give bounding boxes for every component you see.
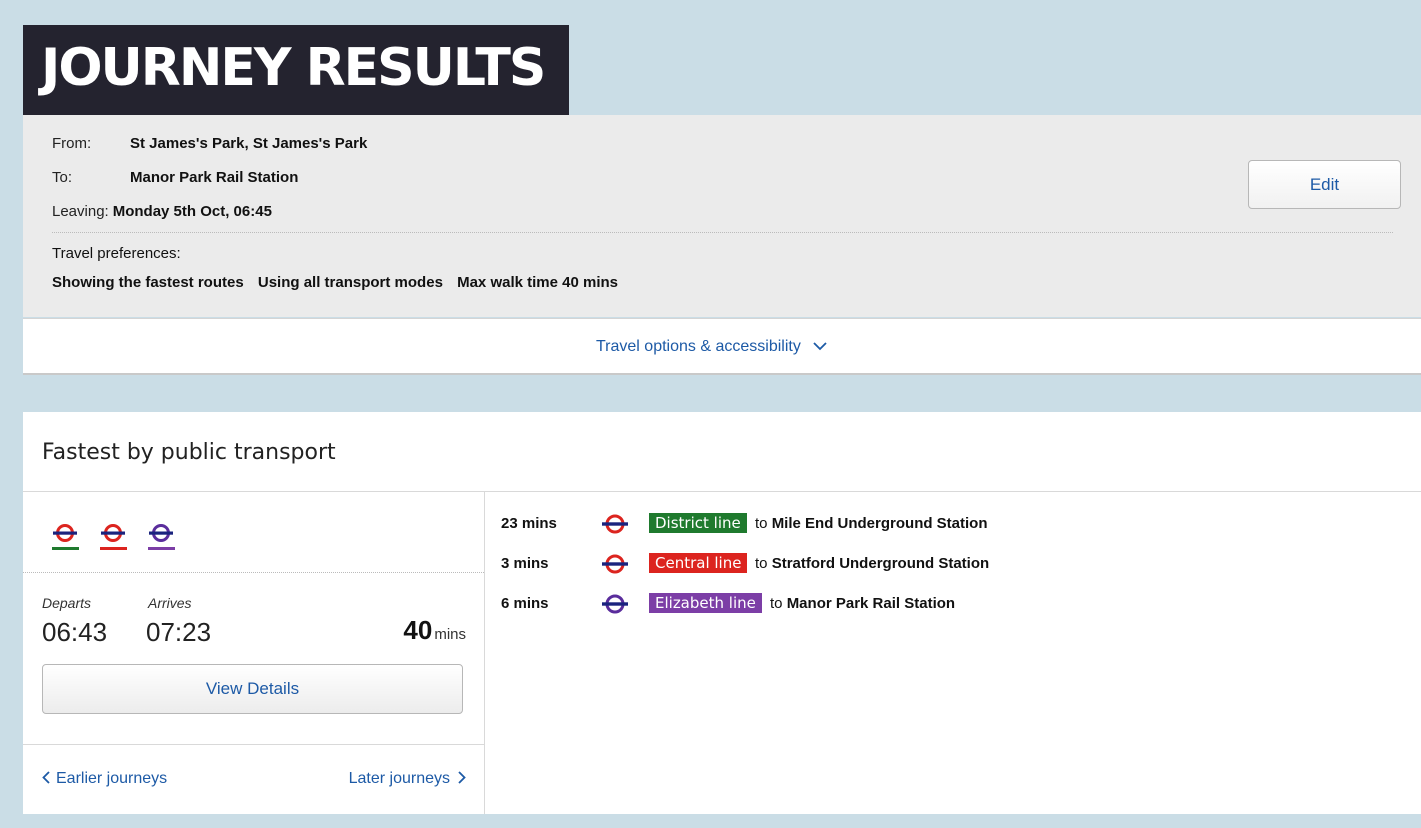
duration-unit: mins — [434, 626, 466, 643]
leg-duration: 23 mins — [501, 515, 557, 532]
preference-item: Max walk time 40 mins — [457, 274, 618, 291]
from-label: From: — [52, 135, 92, 152]
from-value: St James's Park, St James's Park — [130, 135, 368, 152]
leg-destination: to Manor Park Rail Station — [770, 595, 955, 612]
leaving-value: Monday 5th Oct, 06:45 — [112, 203, 272, 220]
earlier-journeys-link[interactable]: Earlier journeys — [42, 770, 167, 788]
travel-options-label: Travel options & accessibility — [596, 338, 801, 355]
leaving-label: Leaving: — [52, 203, 109, 220]
from-row: From: St James's Park, St James's Park — [52, 135, 367, 153]
leaving-row: Leaving: Monday 5th Oct, 06:45 — [52, 203, 272, 221]
travel-options-bar: Travel options & accessibility — [23, 318, 1421, 375]
elizabeth-roundel-icon — [602, 594, 628, 614]
line-badge: District line — [649, 513, 747, 533]
destination-name: Stratford Underground Station — [771, 555, 990, 572]
chevron-down-icon — [813, 342, 827, 351]
underground-roundel-icon — [100, 524, 127, 550]
underground-roundel-icon — [52, 524, 79, 550]
results-card: Fastest by public transport Departs Arri… — [23, 412, 1421, 814]
divider — [23, 572, 484, 573]
divider — [52, 232, 1393, 233]
results-heading: Fastest by public transport — [42, 440, 336, 465]
leg-destination: to Stratford Underground Station — [755, 555, 989, 572]
journey-summary-panel: Departs Arrives 06:43 07:23 40 mins View … — [23, 492, 485, 814]
duration-value: 40 — [403, 615, 433, 645]
arrives-time: 07:23 — [146, 617, 212, 647]
chevron-left-icon — [42, 771, 50, 784]
elizabeth-roundel-icon — [148, 524, 175, 550]
destination-name: Mile End Underground Station — [771, 515, 988, 532]
journey-duration: 40 mins — [403, 615, 466, 646]
departs-label: Departs — [42, 595, 92, 611]
underground-roundel-icon — [602, 514, 628, 534]
departs-time: 06:43 — [42, 617, 108, 647]
view-details-button[interactable]: View Details — [42, 664, 463, 714]
leg-destination: to Mile End Underground Station — [755, 515, 988, 532]
later-journeys-label: Later journeys — [348, 770, 450, 787]
underground-roundel-icon — [602, 554, 628, 574]
to-text: to — [755, 515, 768, 532]
edit-button[interactable]: Edit — [1248, 160, 1401, 209]
later-journeys-link[interactable]: Later journeys — [349, 770, 466, 788]
arrives-label: Arrives — [148, 595, 192, 611]
travel-options-link[interactable]: Travel options & accessibility — [596, 338, 827, 356]
preferences-label: Travel preferences: — [52, 245, 181, 262]
leg-duration: 3 mins — [501, 555, 549, 572]
to-row: To: Manor Park Rail Station — [52, 169, 298, 187]
page-title: JOURNEY RESULTS — [41, 38, 546, 98]
earlier-journeys-label: Earlier journeys — [56, 770, 168, 787]
to-value: Manor Park Rail Station — [130, 169, 299, 186]
chevron-right-icon — [458, 771, 466, 784]
preference-item: Showing the fastest routes — [52, 274, 244, 291]
line-badge: Central line — [649, 553, 748, 573]
to-text: to — [755, 555, 768, 572]
preferences-list: Showing the fastest routes Using all tra… — [52, 274, 628, 291]
destination-name: Manor Park Rail Station — [786, 595, 956, 612]
to-label: To: — [52, 169, 73, 186]
page-title-bar: JOURNEY RESULTS — [23, 25, 569, 115]
journey-summary: From: St James's Park, St James's Park To… — [23, 115, 1421, 317]
to-text: to — [770, 595, 783, 612]
line-badge: Elizabeth line — [649, 593, 762, 613]
divider — [23, 744, 484, 745]
leg-duration: 6 mins — [501, 595, 549, 612]
preference-item: Using all transport modes — [257, 274, 443, 291]
